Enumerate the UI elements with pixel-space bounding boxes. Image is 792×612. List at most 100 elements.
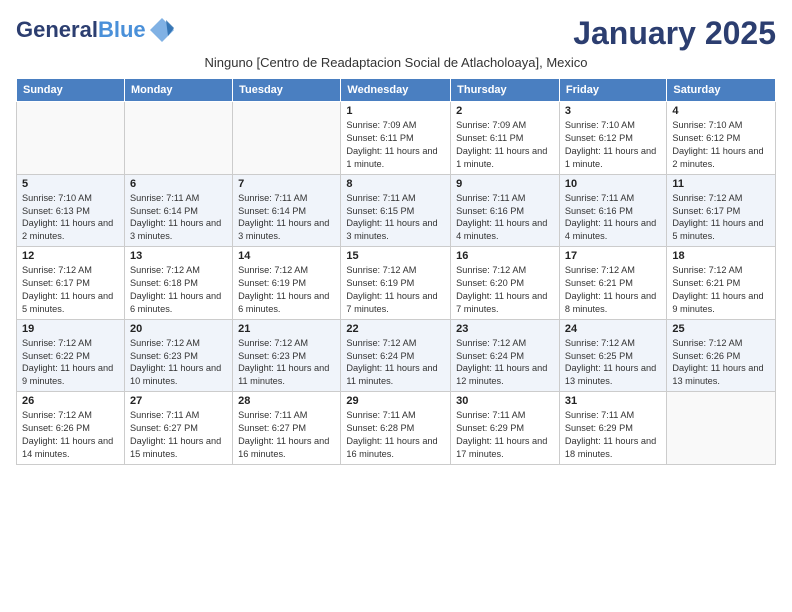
calendar-cell: 25 Sunrise: 7:12 AMSunset: 6:26 PMDayligh… [667,319,776,392]
day-info: Sunrise: 7:12 AMSunset: 6:25 PMDaylight:… [565,337,661,389]
week-row-5: 26Sunrise: 7:12 AMSunset: 6:26 PMDayligh… [17,392,776,465]
day-header-tuesday: Tuesday [233,79,341,102]
day-info: Sunrise: 7:09 AMSunset: 6:11 PMDaylight:… [346,119,445,171]
calendar-cell: 8 Sunrise: 7:11 AMSunset: 6:15 PMDaylight… [341,174,451,247]
header: GeneralBlue January 2025 [16,16,776,51]
day-info: Sunrise: 7:11 AMSunset: 6:27 PMDaylight:… [238,409,335,461]
week-row-3: 12Sunrise: 7:12 AMSunset: 6:17 PMDayligh… [17,247,776,320]
day-header-monday: Monday [124,79,232,102]
day-info: Sunrise: 7:12 AMSunset: 6:17 PMDaylight:… [672,192,770,244]
calendar-cell: 7 Sunrise: 7:11 AMSunset: 6:14 PMDaylight… [233,174,341,247]
calendar-cell: 12Sunrise: 7:12 AMSunset: 6:17 PMDayligh… [17,247,125,320]
day-number: 11 [672,178,770,190]
day-number: 29 [346,395,445,407]
day-info: Sunrise: 7:12 AMSunset: 6:19 PMDaylight:… [238,264,335,316]
day-number: 27 [130,395,227,407]
week-row-2: 5Sunrise: 7:10 AMSunset: 6:13 PMDaylight… [17,174,776,247]
calendar-cell: 18 Sunrise: 7:12 AMSunset: 6:21 PMDayligh… [667,247,776,320]
calendar-cell [233,102,341,175]
logo-general: GeneralBlue [16,19,146,41]
calendar-cell: 6Sunrise: 7:11 AMSunset: 6:14 PMDaylight… [124,174,232,247]
week-row-1: 1 Sunrise: 7:09 AMSunset: 6:11 PMDaylight… [17,102,776,175]
calendar-cell: 26Sunrise: 7:12 AMSunset: 6:26 PMDayligh… [17,392,125,465]
calendar-cell: 14 Sunrise: 7:12 AMSunset: 6:19 PMDayligh… [233,247,341,320]
day-info: Sunrise: 7:11 AMSunset: 6:28 PMDaylight:… [346,409,445,461]
day-number: 18 [672,250,770,262]
calendar-cell [667,392,776,465]
day-info: Sunrise: 7:12 AMSunset: 6:23 PMDaylight:… [238,337,335,389]
day-info: Sunrise: 7:11 AMSunset: 6:16 PMDaylight:… [456,192,554,244]
day-info: Sunrise: 7:11 AMSunset: 6:27 PMDaylight:… [130,409,227,461]
day-number: 22 [346,323,445,335]
day-header-friday: Friday [559,79,666,102]
day-info: Sunrise: 7:12 AMSunset: 6:26 PMDaylight:… [672,337,770,389]
calendar-cell: 24 Sunrise: 7:12 AMSunset: 6:25 PMDayligh… [559,319,666,392]
day-info: Sunrise: 7:12 AMSunset: 6:19 PMDaylight:… [346,264,445,316]
day-number: 25 [672,323,770,335]
calendar-cell: 31 Sunrise: 7:11 AMSunset: 6:29 PMDayligh… [559,392,666,465]
day-info: Sunrise: 7:10 AMSunset: 6:12 PMDaylight:… [672,119,770,171]
day-info: Sunrise: 7:12 AMSunset: 6:18 PMDaylight:… [130,264,227,316]
day-number: 15 [346,250,445,262]
day-number: 17 [565,250,661,262]
calendar-cell: 28Sunrise: 7:11 AMSunset: 6:27 PMDayligh… [233,392,341,465]
day-number: 26 [22,395,119,407]
day-number: 31 [565,395,661,407]
logo-icon [148,16,176,44]
calendar-cell: 21 Sunrise: 7:12 AMSunset: 6:23 PMDayligh… [233,319,341,392]
day-number: 7 [238,178,335,190]
subtitle: Ninguno [Centro de Readaptacion Social d… [16,55,776,70]
calendar-cell: 23Sunrise: 7:12 AMSunset: 6:24 PMDayligh… [451,319,560,392]
day-info: Sunrise: 7:11 AMSunset: 6:29 PMDaylight:… [565,409,661,461]
day-number: 24 [565,323,661,335]
day-number: 20 [130,323,227,335]
calendar-cell: 30 Sunrise: 7:11 AMSunset: 6:29 PMDayligh… [451,392,560,465]
logo: GeneralBlue [16,16,176,44]
calendar-cell: 11 Sunrise: 7:12 AMSunset: 6:17 PMDayligh… [667,174,776,247]
calendar-cell [17,102,125,175]
day-number: 16 [456,250,554,262]
day-info: Sunrise: 7:10 AMSunset: 6:13 PMDaylight:… [22,192,119,244]
calendar-table: SundayMondayTuesdayWednesdayThursdayFrid… [16,78,776,465]
day-header-saturday: Saturday [667,79,776,102]
calendar-cell: 16 Sunrise: 7:12 AMSunset: 6:20 PMDayligh… [451,247,560,320]
calendar-cell: 1 Sunrise: 7:09 AMSunset: 6:11 PMDaylight… [341,102,451,175]
calendar-cell: 4 Sunrise: 7:10 AMSunset: 6:12 PMDaylight… [667,102,776,175]
day-info: Sunrise: 7:11 AMSunset: 6:14 PMDaylight:… [238,192,335,244]
calendar-cell: 15 Sunrise: 7:12 AMSunset: 6:19 PMDayligh… [341,247,451,320]
day-info: Sunrise: 7:11 AMSunset: 6:29 PMDaylight:… [456,409,554,461]
day-info: Sunrise: 7:11 AMSunset: 6:16 PMDaylight:… [565,192,661,244]
calendar-cell: 3Sunrise: 7:10 AMSunset: 6:12 PMDaylight… [559,102,666,175]
calendar-cell: 9 Sunrise: 7:11 AMSunset: 6:16 PMDaylight… [451,174,560,247]
calendar-cell: 20 Sunrise: 7:12 AMSunset: 6:23 PMDayligh… [124,319,232,392]
day-number: 4 [672,105,770,117]
calendar-cell: 22Sunrise: 7:12 AMSunset: 6:24 PMDayligh… [341,319,451,392]
calendar-cell: 2Sunrise: 7:09 AMSunset: 6:11 PMDaylight… [451,102,560,175]
day-info: Sunrise: 7:12 AMSunset: 6:23 PMDaylight:… [130,337,227,389]
day-header-thursday: Thursday [451,79,560,102]
day-info: Sunrise: 7:11 AMSunset: 6:14 PMDaylight:… [130,192,227,244]
day-number: 30 [456,395,554,407]
month-title: January 2025 [573,16,776,51]
day-info: Sunrise: 7:12 AMSunset: 6:17 PMDaylight:… [22,264,119,316]
day-number: 9 [456,178,554,190]
day-number: 10 [565,178,661,190]
day-number: 14 [238,250,335,262]
day-number: 1 [346,105,445,117]
day-header-wednesday: Wednesday [341,79,451,102]
day-number: 8 [346,178,445,190]
day-info: Sunrise: 7:11 AMSunset: 6:15 PMDaylight:… [346,192,445,244]
day-number: 13 [130,250,227,262]
day-info: Sunrise: 7:12 AMSunset: 6:20 PMDaylight:… [456,264,554,316]
days-of-week-row: SundayMondayTuesdayWednesdayThursdayFrid… [17,79,776,102]
calendar-cell: 17 Sunrise: 7:12 AMSunset: 6:21 PMDayligh… [559,247,666,320]
day-number: 19 [22,323,119,335]
day-info: Sunrise: 7:12 AMSunset: 6:21 PMDaylight:… [565,264,661,316]
day-number: 3 [565,105,661,117]
calendar-cell: 19Sunrise: 7:12 AMSunset: 6:22 PMDayligh… [17,319,125,392]
calendar-cell: 27 Sunrise: 7:11 AMSunset: 6:27 PMDayligh… [124,392,232,465]
day-info: Sunrise: 7:12 AMSunset: 6:21 PMDaylight:… [672,264,770,316]
day-number: 21 [238,323,335,335]
calendar-cell: 13 Sunrise: 7:12 AMSunset: 6:18 PMDayligh… [124,247,232,320]
day-info: Sunrise: 7:09 AMSunset: 6:11 PMDaylight:… [456,119,554,171]
